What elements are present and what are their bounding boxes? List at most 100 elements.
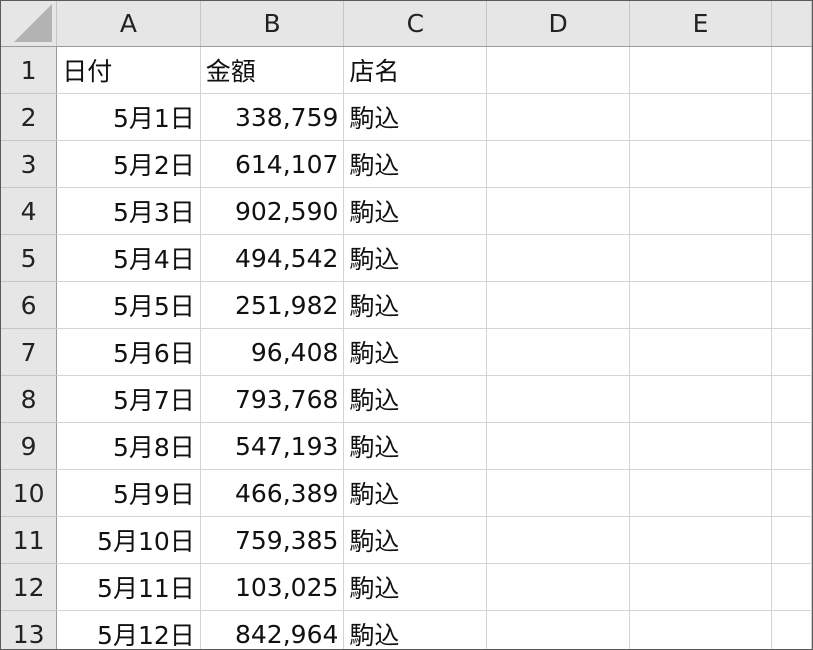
- cell-d[interactable]: [486, 93, 630, 141]
- cell-d[interactable]: [486, 187, 630, 235]
- cell-c-store[interactable]: 駒込: [343, 140, 488, 188]
- cell-d[interactable]: [486, 46, 630, 94]
- cell-f[interactable]: [771, 469, 812, 517]
- row-header[interactable]: 6: [1, 281, 58, 329]
- row-header[interactable]: 12: [1, 563, 58, 611]
- cell-a-date-header[interactable]: 日付: [56, 46, 201, 94]
- row-header[interactable]: 9: [1, 422, 58, 470]
- cell-b-amount[interactable]: 338,759: [200, 93, 345, 141]
- cell-e[interactable]: [629, 469, 773, 517]
- row-header[interactable]: 3: [1, 140, 58, 188]
- table-row: 8 5月7日 793,768 駒込: [1, 375, 812, 423]
- column-header-e[interactable]: E: [629, 1, 773, 47]
- cell-b-amount[interactable]: 842,964: [200, 610, 345, 649]
- row-header[interactable]: 11: [1, 516, 58, 564]
- cell-a-date[interactable]: 5月8日: [56, 422, 201, 470]
- cell-b-amount[interactable]: 614,107: [200, 140, 345, 188]
- cell-b-amount[interactable]: 793,768: [200, 375, 345, 423]
- cell-a-date[interactable]: 5月10日: [56, 516, 201, 564]
- cell-b-amount[interactable]: 466,389: [200, 469, 345, 517]
- column-header-a[interactable]: A: [56, 1, 201, 47]
- cell-c-store[interactable]: 駒込: [343, 422, 488, 470]
- row-header[interactable]: 1: [1, 46, 58, 94]
- cell-b-amount[interactable]: 96,408: [200, 328, 345, 376]
- cell-b-amount[interactable]: 759,385: [200, 516, 345, 564]
- cell-a-date[interactable]: 5月7日: [56, 375, 201, 423]
- cell-b-amount[interactable]: 902,590: [200, 187, 345, 235]
- row-header[interactable]: 7: [1, 328, 58, 376]
- column-header-b[interactable]: B: [200, 1, 345, 47]
- cell-c-store[interactable]: 駒込: [343, 610, 488, 649]
- row-header[interactable]: 5: [1, 234, 58, 282]
- cell-c-store[interactable]: 駒込: [343, 516, 488, 564]
- cell-e[interactable]: [629, 610, 773, 649]
- cell-e[interactable]: [629, 187, 773, 235]
- cell-d[interactable]: [486, 234, 630, 282]
- cell-b-amount[interactable]: 547,193: [200, 422, 345, 470]
- cell-f[interactable]: [771, 93, 812, 141]
- cell-f[interactable]: [771, 234, 812, 282]
- cell-c-store-header[interactable]: 店名: [343, 46, 488, 94]
- cell-e[interactable]: [629, 140, 773, 188]
- cell-c-store[interactable]: 駒込: [343, 328, 488, 376]
- cell-e[interactable]: [629, 563, 773, 611]
- cell-a-date[interactable]: 5月2日: [56, 140, 201, 188]
- cell-a-date[interactable]: 5月5日: [56, 281, 201, 329]
- cell-d[interactable]: [486, 422, 630, 470]
- cell-f[interactable]: [771, 328, 812, 376]
- cell-d[interactable]: [486, 563, 630, 611]
- cell-f[interactable]: [771, 516, 812, 564]
- cell-e[interactable]: [629, 375, 773, 423]
- cell-e[interactable]: [629, 234, 773, 282]
- cell-d[interactable]: [486, 610, 630, 649]
- cell-b-amount[interactable]: 251,982: [200, 281, 345, 329]
- cell-f[interactable]: [771, 610, 812, 649]
- cell-c-store[interactable]: 駒込: [343, 563, 488, 611]
- cell-f[interactable]: [771, 140, 812, 188]
- cell-a-date[interactable]: 5月9日: [56, 469, 201, 517]
- cell-d[interactable]: [486, 516, 630, 564]
- cell-d[interactable]: [486, 375, 630, 423]
- cell-a-date[interactable]: 5月1日: [56, 93, 201, 141]
- cell-e[interactable]: [629, 46, 773, 94]
- select-all-button[interactable]: [1, 1, 58, 47]
- cell-f[interactable]: [771, 375, 812, 423]
- cell-a-date[interactable]: 5月12日: [56, 610, 201, 649]
- table-row: 12 5月11日 103,025 駒込: [1, 563, 812, 611]
- row-header[interactable]: 4: [1, 187, 58, 235]
- cell-a-date[interactable]: 5月11日: [56, 563, 201, 611]
- cell-f[interactable]: [771, 422, 812, 470]
- cell-f[interactable]: [771, 187, 812, 235]
- column-header-c[interactable]: C: [343, 1, 488, 47]
- column-header-f[interactable]: [771, 1, 812, 47]
- cell-c-store[interactable]: 駒込: [343, 469, 488, 517]
- cell-b-amount[interactable]: 103,025: [200, 563, 345, 611]
- cell-e[interactable]: [629, 328, 773, 376]
- row-header[interactable]: 13: [1, 610, 58, 649]
- cell-c-store[interactable]: 駒込: [343, 281, 488, 329]
- cell-d[interactable]: [486, 140, 630, 188]
- column-header-d[interactable]: D: [486, 1, 630, 47]
- cell-b-amount-header[interactable]: 金額: [200, 46, 345, 94]
- cell-e[interactable]: [629, 516, 773, 564]
- cell-a-date[interactable]: 5月6日: [56, 328, 201, 376]
- cell-d[interactable]: [486, 469, 630, 517]
- cell-e[interactable]: [629, 422, 773, 470]
- cell-f[interactable]: [771, 563, 812, 611]
- cell-c-store[interactable]: 駒込: [343, 187, 488, 235]
- cell-f[interactable]: [771, 281, 812, 329]
- cell-d[interactable]: [486, 328, 630, 376]
- cell-a-date[interactable]: 5月4日: [56, 234, 201, 282]
- cell-c-store[interactable]: 駒込: [343, 93, 488, 141]
- cell-c-store[interactable]: 駒込: [343, 234, 488, 282]
- cell-b-amount[interactable]: 494,542: [200, 234, 345, 282]
- cell-c-store[interactable]: 駒込: [343, 375, 488, 423]
- cell-a-date[interactable]: 5月3日: [56, 187, 201, 235]
- cell-f[interactable]: [771, 46, 812, 94]
- cell-e[interactable]: [629, 93, 773, 141]
- row-header[interactable]: 8: [1, 375, 58, 423]
- row-header[interactable]: 2: [1, 93, 58, 141]
- cell-d[interactable]: [486, 281, 630, 329]
- cell-e[interactable]: [629, 281, 773, 329]
- row-header[interactable]: 10: [1, 469, 58, 517]
